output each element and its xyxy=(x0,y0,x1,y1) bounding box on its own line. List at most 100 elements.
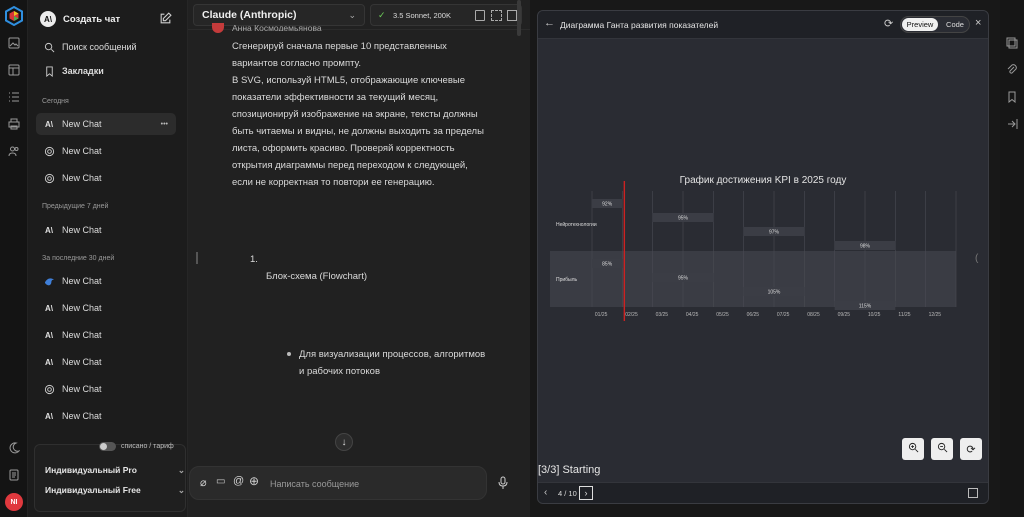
deepseek-icon xyxy=(42,274,56,288)
app-logo[interactable] xyxy=(4,5,24,27)
chat-title: New Chat xyxy=(62,384,102,394)
plus-icon[interactable]: ⊕ xyxy=(249,474,259,488)
sidebar-chat-item[interactable]: A\ New Chat xyxy=(36,351,176,373)
document-icon[interactable] xyxy=(475,10,485,21)
mention-icon[interactable]: @ xyxy=(233,475,244,487)
toggle-label: списано / тариф xyxy=(121,443,174,450)
search-label: Поиск сообщений xyxy=(62,42,137,52)
sidebar-chat-item[interactable]: A\ New Chat xyxy=(36,297,176,319)
openai-icon xyxy=(42,171,56,185)
model-name: Claude (Anthropic) xyxy=(202,9,297,21)
message-line: спозиционируй изображение на экране, тек… xyxy=(232,109,478,120)
users-icon[interactable] xyxy=(7,144,21,158)
x-tick-label: 08/25 xyxy=(807,312,820,318)
sidebar-chat-item[interactable]: New Chat xyxy=(36,140,176,162)
chat-area: Claude (Anthropic) ⌄ ✓ 3.5 Sonnet, 200K … xyxy=(188,0,530,517)
bar-label: 105% xyxy=(768,290,781,296)
chat-title: New Chat xyxy=(62,173,102,183)
copy-icon[interactable] xyxy=(1005,36,1019,50)
tab-preview[interactable]: Preview xyxy=(902,18,938,31)
message-input[interactable]: Написать сообщение xyxy=(270,479,359,489)
sidebar-chat-item[interactable]: A\ New Chat xyxy=(36,405,176,427)
back-arrow-icon[interactable]: ← xyxy=(544,17,555,29)
model-detail: 3.5 Sonnet, 200K xyxy=(393,11,451,20)
view-tabs: Preview Code xyxy=(900,16,970,33)
sidebar-chat-item[interactable]: New Chat xyxy=(36,167,176,189)
x-tick-label: 07/25 xyxy=(777,312,790,318)
x-tick-label: 05/25 xyxy=(716,312,729,318)
chat-title: New Chat xyxy=(62,119,102,129)
toggle-switch[interactable] xyxy=(99,442,116,451)
more-options-icon[interactable]: ••• xyxy=(161,121,168,128)
chat-title: New Chat xyxy=(62,146,102,156)
search-icon xyxy=(42,40,56,54)
prev-page-icon[interactable]: ‹ xyxy=(544,487,547,498)
x-tick-label: 02/25 xyxy=(625,312,638,318)
plan-pro[interactable]: Индивидуальный Pro ⌄ xyxy=(41,461,191,479)
create-chat-label[interactable]: Создать чат xyxy=(63,14,120,25)
x-tick-label: 03/25 xyxy=(656,312,669,318)
bookmark-icon[interactable] xyxy=(1005,90,1019,104)
moon-icon[interactable] xyxy=(7,441,21,455)
right-rail xyxy=(1000,0,1024,517)
avatar xyxy=(212,23,224,33)
sidebar-chat-item[interactable]: New Chat xyxy=(36,270,176,292)
chevron-down-icon: ⌄ xyxy=(348,9,356,20)
bar-label: 95% xyxy=(678,276,689,282)
bullet xyxy=(287,352,291,356)
hide-panel-icon[interactable] xyxy=(507,10,517,21)
printer-icon[interactable] xyxy=(7,117,21,131)
sidebar-chat-item[interactable]: A\ New Chat ••• xyxy=(36,113,176,135)
attach-icon[interactable]: ⌀ xyxy=(200,476,207,489)
avatar[interactable]: NI xyxy=(5,493,23,511)
bookmark-icon xyxy=(42,64,56,78)
scrollbar[interactable] xyxy=(517,0,521,36)
sidebar-chat-item[interactable]: A\ New Chat xyxy=(36,324,176,346)
attach-icon[interactable] xyxy=(1005,63,1019,77)
check-icon: ✓ xyxy=(378,10,386,20)
refresh-icon: ⟳ xyxy=(966,443,976,456)
image-icon[interactable] xyxy=(7,36,21,50)
message-line: если не корректная то повтори ее генерац… xyxy=(232,177,435,188)
close-icon[interactable]: × xyxy=(975,17,981,29)
bullet-line-2: и рабочих потоков xyxy=(299,366,381,377)
next-page-button[interactable]: › xyxy=(579,486,593,500)
x-tick-label: 09/25 xyxy=(838,312,851,318)
refresh-icon[interactable]: ⟳ xyxy=(884,17,893,30)
chat-title: New Chat xyxy=(62,330,102,340)
message-line: вариантов согласно промпту. xyxy=(232,58,361,69)
bar-label: 97% xyxy=(769,230,780,236)
message-line: В SVG, используй HTML5, отображающие клю… xyxy=(232,75,465,86)
bar-label: 98% xyxy=(860,244,871,250)
sidebar-chat-item[interactable]: A\ New Chat xyxy=(36,219,176,241)
bar-label: 115% xyxy=(859,304,872,310)
tab-code[interactable]: Code xyxy=(941,18,969,31)
message-line: быть читаемы и видны, не должны выходить… xyxy=(232,126,484,137)
list-number: 1. xyxy=(250,254,258,265)
document-icon[interactable] xyxy=(7,468,21,482)
message-line: Сгенерируй сначала первые 10 представлен… xyxy=(232,41,447,52)
openai-icon xyxy=(42,144,56,158)
prompt-icon[interactable]: ▭ xyxy=(216,476,225,487)
scroll-down-button[interactable]: ↓ xyxy=(335,433,353,451)
expand-icon[interactable] xyxy=(491,10,502,21)
message-line: показатели эффективности за текущий меся… xyxy=(232,92,439,103)
anthropic-logo-icon: A\ xyxy=(40,11,56,27)
plan-free[interactable]: Индивидуальный Free ⌄ xyxy=(41,481,191,499)
x-tick-label: 06/25 xyxy=(747,312,760,318)
zoom-in-button[interactable] xyxy=(902,438,924,460)
microphone-icon[interactable] xyxy=(497,476,509,490)
drag-handle[interactable] xyxy=(196,252,198,264)
list-icon[interactable] xyxy=(7,90,21,104)
layout-icon[interactable] xyxy=(7,63,21,77)
bookmarks[interactable]: Закладки xyxy=(36,60,176,82)
bar-label: 92% xyxy=(602,202,613,208)
collapse-right-icon[interactable] xyxy=(1005,117,1019,131)
copy-icon[interactable] xyxy=(968,488,978,498)
reset-zoom-button[interactable]: ⟳ xyxy=(960,438,982,460)
sidebar-chat-item[interactable]: New Chat xyxy=(36,378,176,400)
new-chat-edit-icon[interactable] xyxy=(159,12,172,25)
zoom-out-button[interactable] xyxy=(931,438,953,460)
panel-resize-handle[interactable]: ( xyxy=(975,253,978,264)
search-messages[interactable]: Поиск сообщений xyxy=(36,36,176,58)
